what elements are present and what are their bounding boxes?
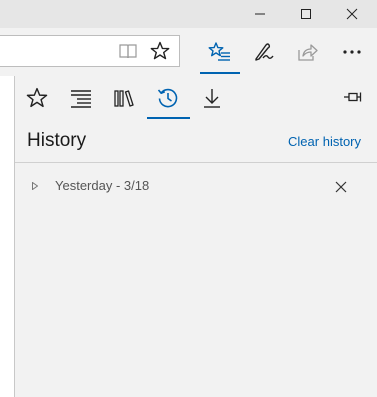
minimize-icon [255, 13, 265, 15]
expand-caret-icon[interactable] [31, 181, 39, 191]
browser-toolbar [0, 28, 377, 76]
add-favorite-button[interactable] [142, 33, 178, 69]
pin-icon [344, 92, 362, 102]
history-icon [157, 88, 178, 108]
books-icon [114, 90, 134, 107]
hub-icon [208, 42, 230, 61]
reading-view-button[interactable] [110, 33, 146, 69]
hub-active-indicator [200, 72, 240, 74]
share-icon [298, 44, 318, 61]
favorite-star-icon [150, 41, 170, 60]
hub-button[interactable] [202, 34, 238, 70]
tab-reading-list[interactable] [61, 80, 101, 116]
pin-button[interactable] [341, 86, 365, 108]
more-button[interactable] [334, 34, 370, 70]
minimize-button[interactable] [237, 0, 283, 28]
remove-group-button[interactable] [331, 177, 351, 197]
maximize-icon [301, 9, 311, 19]
reading-list-icon [71, 90, 91, 108]
close-button[interactable] [329, 0, 375, 28]
reading-view-icon [119, 44, 137, 59]
divider [15, 162, 377, 163]
tab-books[interactable] [104, 80, 144, 116]
hub-panel: History Clear history Yesterday - 3/18 [14, 76, 377, 397]
title-bar [0, 0, 377, 28]
web-note-icon [255, 43, 274, 61]
share-button[interactable] [290, 34, 326, 70]
history-group-row[interactable]: Yesterday - 3/18 [15, 172, 377, 200]
more-icon [343, 50, 361, 54]
close-icon [335, 181, 347, 193]
web-note-button[interactable] [246, 34, 282, 70]
close-icon [346, 8, 358, 20]
tab-downloads[interactable] [192, 80, 232, 116]
history-tab-indicator [147, 117, 190, 119]
maximize-button[interactable] [283, 0, 329, 28]
address-bar[interactable] [0, 35, 180, 67]
tab-history[interactable] [148, 80, 188, 116]
star-icon [26, 87, 48, 108]
page-title: History [27, 130, 87, 151]
download-icon [204, 89, 220, 108]
clear-history-link[interactable]: Clear history [288, 134, 361, 150]
tab-favorites[interactable] [17, 80, 57, 116]
history-group-label: Yesterday - 3/18 [55, 178, 150, 193]
